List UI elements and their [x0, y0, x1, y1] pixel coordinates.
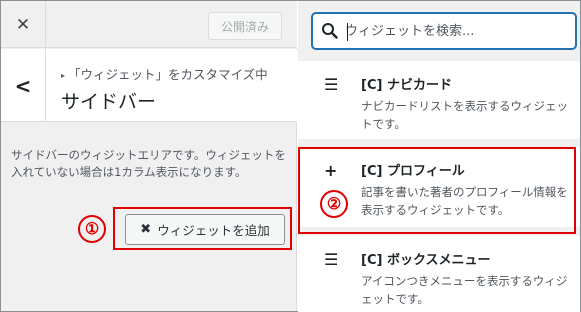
menu-icon: ☰ [324, 75, 339, 94]
section-header: < ▸ 「ウィジェット」をカスタマイズ中 サイドバー [1, 49, 297, 122]
page-title: サイドバー [61, 91, 157, 113]
close-button[interactable]: ✕ [1, 1, 46, 48]
widget-title: [C] ボックスメニュー [361, 253, 491, 268]
menu-icon: ☰ [324, 250, 339, 269]
widget-item-navi-card[interactable]: ☰ [C] ナビカード ナビカードリストを表示するウィジェットです。 [298, 61, 580, 139]
highlight-box-1 [113, 207, 292, 250]
back-button[interactable]: < [1, 49, 46, 122]
widget-description: ナビカードリストを表示するウィジェットです。 [361, 99, 568, 131]
search-icon [322, 23, 338, 39]
widget-description: アイコンつきメニューを表示するウィジェットです。 [361, 274, 568, 306]
breadcrumb-text: 「ウィジェット」をカスタマイズ中 [68, 67, 268, 82]
chevron-left-icon: < [14, 73, 32, 98]
widget-title: [C] ナビカード [361, 78, 452, 93]
annotation-marker-2: ② [320, 190, 348, 218]
customizer-left-panel: ✕ 公開済み < ▸ 「ウィジェット」をカスタマイズ中 サイドバー サイドバーのウ… [1, 1, 297, 311]
text-cursor [347, 23, 348, 41]
published-button[interactable]: 公開済み [208, 12, 282, 40]
widget-item-box-menu[interactable]: ☰ [C] ボックスメニュー アイコンつきメニューを表示するウィジェットです。 [298, 236, 580, 312]
close-icon: ✕ [15, 14, 31, 35]
breadcrumb: ▸ 「ウィジェット」をカスタマイズ中 [61, 64, 268, 83]
annotation-marker-1: ① [78, 215, 106, 243]
sidebar-description: サイドバーのウィジットエリアです。ウィジェットを入れていない場合は1カラム表示に… [11, 148, 286, 179]
widget-search-box [312, 13, 576, 49]
customizer-topbar: ✕ 公開済み [1, 1, 297, 48]
search-input[interactable] [345, 17, 569, 45]
caret-right-icon: ▸ [61, 71, 66, 80]
